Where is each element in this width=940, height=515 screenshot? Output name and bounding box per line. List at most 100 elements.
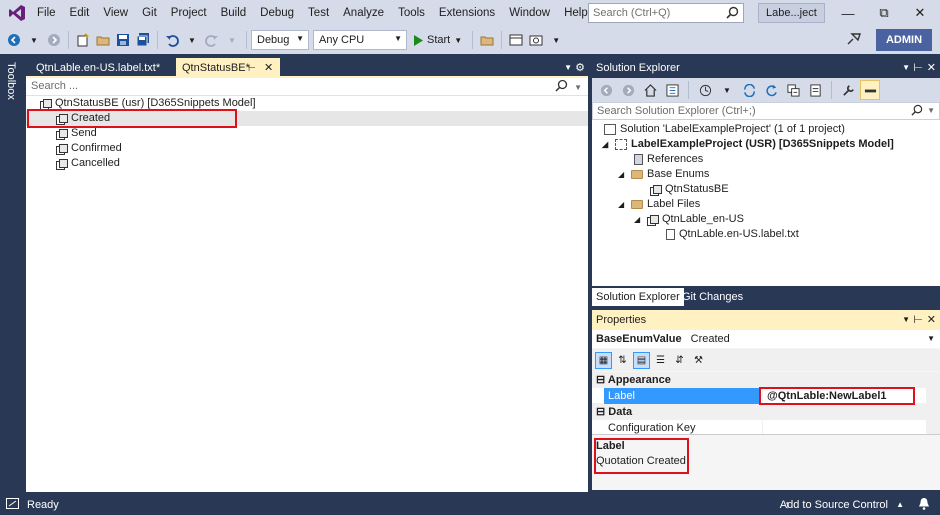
- add-to-source-control-button[interactable]: Add to Source Control: [780, 499, 888, 511]
- solution-node[interactable]: Solution 'LabelExampleProject' (1 of 1 p…: [604, 122, 845, 137]
- back-icon[interactable]: [4, 30, 24, 50]
- base-enum-item-node[interactable]: QtnStatusBE: [650, 182, 729, 197]
- global-search-input[interactable]: Search (Ctrl+Q): [588, 3, 744, 23]
- save-all-icon[interactable]: [133, 30, 153, 50]
- close-icon[interactable]: ✕: [902, 0, 938, 26]
- wrench-icon[interactable]: ⚒: [690, 352, 707, 369]
- expanded-caret-icon[interactable]: ◢: [618, 197, 627, 212]
- close-icon[interactable]: ✕: [927, 310, 936, 330]
- menu-tools[interactable]: Tools: [391, 0, 432, 26]
- new-project-icon[interactable]: [73, 30, 93, 50]
- screenshot-icon[interactable]: [526, 30, 546, 50]
- refresh-icon[interactable]: [761, 80, 781, 100]
- expanded-caret-icon[interactable]: ◢: [618, 167, 627, 182]
- label-file-node[interactable]: ◢ QtnLable_en-US: [634, 212, 744, 227]
- pin-icon[interactable]: ⊢: [913, 58, 923, 78]
- menu-analyze[interactable]: Analyze: [336, 0, 391, 26]
- label-files-folder-node[interactable]: ◢ Label Files: [618, 197, 700, 212]
- category-appearance[interactable]: ⊟ Appearance: [592, 372, 926, 388]
- home-icon[interactable]: [640, 80, 660, 100]
- menu-edit[interactable]: Edit: [63, 0, 97, 26]
- forward-icon[interactable]: [618, 80, 638, 100]
- menu-test[interactable]: Test: [301, 0, 336, 26]
- undo-dropdown-icon[interactable]: ▼: [182, 30, 202, 50]
- undo-icon[interactable]: [162, 30, 182, 50]
- enum-value-send[interactable]: Send: [56, 126, 97, 141]
- menu-debug[interactable]: Debug: [253, 0, 301, 26]
- tab-enum-designer[interactable]: QtnStatusBE* ⊢ ✕: [176, 58, 280, 78]
- feedback-icon[interactable]: [846, 30, 862, 49]
- solution-platform-select[interactable]: Any CPU ▼: [313, 30, 407, 50]
- designer-search-input[interactable]: Search ... ▼: [26, 78, 588, 96]
- save-icon[interactable]: [113, 30, 133, 50]
- chevron-up-icon[interactable]: ▲: [896, 500, 904, 509]
- admin-account-button[interactable]: ADMIN: [876, 29, 932, 51]
- forward-icon[interactable]: [44, 30, 64, 50]
- menu-extensions[interactable]: Extensions: [432, 0, 502, 26]
- base-enums-folder-node[interactable]: ◢ Base Enums: [618, 167, 709, 182]
- redo-dropdown-icon[interactable]: ▼: [222, 30, 242, 50]
- window-layout-icon[interactable]: [506, 30, 526, 50]
- tab-git-changes[interactable]: Git Changes: [678, 288, 747, 306]
- solution-explorer-search-input[interactable]: Search Solution Explorer (Ctrl+;) ▼: [592, 102, 940, 120]
- solution-configuration-select[interactable]: Debug ▼: [251, 30, 309, 50]
- toolbox-tab[interactable]: Toolbox: [5, 62, 17, 100]
- menu-project[interactable]: Project: [164, 0, 214, 26]
- folder-settings-icon[interactable]: [477, 30, 497, 50]
- properties-page-icon[interactable]: ▤: [633, 351, 650, 369]
- minimize-icon[interactable]: —: [830, 0, 866, 26]
- tab-list-dropdown-icon[interactable]: ▼: [564, 58, 572, 78]
- toolbar-options-icon[interactable]: ▼: [546, 30, 566, 50]
- chevron-down-icon[interactable]: ▼: [717, 80, 737, 100]
- collapse-icon[interactable]: ⊟: [596, 374, 605, 386]
- pin-icon[interactable]: ⊢: [913, 310, 923, 330]
- expanded-caret-icon[interactable]: ◢: [634, 212, 643, 227]
- enum-value-cancelled[interactable]: Cancelled: [56, 156, 120, 171]
- notifications-bell-icon[interactable]: [918, 497, 930, 513]
- sync-icon[interactable]: [739, 80, 759, 100]
- enum-value-created[interactable]: Created: [26, 111, 588, 126]
- properties-object-selector[interactable]: BaseEnumValue Created ▼: [592, 330, 940, 348]
- references-node[interactable]: References: [634, 152, 703, 167]
- start-button[interactable]: Start ▼: [407, 34, 468, 46]
- redo-icon[interactable]: [202, 30, 222, 50]
- pending-changes-filter-icon[interactable]: [695, 80, 715, 100]
- chevron-down-icon[interactable]: ▼: [927, 103, 935, 119]
- property-row-label[interactable]: Label @QtnLable:NewLabel1: [592, 388, 926, 404]
- categorized-icon[interactable]: ▦: [595, 351, 612, 369]
- gear-icon[interactable]: ⚙: [575, 58, 585, 78]
- alphabetical-icon[interactable]: ⇅: [614, 352, 631, 369]
- restore-icon[interactable]: ⧉: [866, 0, 902, 26]
- open-folder-icon[interactable]: [93, 30, 113, 50]
- project-name-badge[interactable]: Labe...ject: [758, 3, 825, 23]
- menu-file[interactable]: File: [30, 0, 63, 26]
- category-data[interactable]: ⊟ Data: [592, 404, 926, 420]
- property-value-label[interactable]: @QtnLable:NewLabel1: [762, 388, 922, 404]
- pin-icon[interactable]: ⊢: [248, 58, 256, 78]
- collapse-icon[interactable]: ⊟: [596, 406, 605, 418]
- properties-wrench-icon[interactable]: [838, 80, 858, 100]
- chevron-down-icon[interactable]: ▼: [574, 79, 582, 96]
- sort-icon[interactable]: ⇵: [671, 352, 688, 369]
- start-dropdown-icon[interactable]: ▼: [454, 36, 462, 45]
- close-tab-icon[interactable]: ✕: [264, 58, 273, 78]
- back-icon[interactable]: [596, 80, 616, 100]
- menu-window[interactable]: Window: [502, 0, 557, 26]
- enum-root-node[interactable]: QtnStatusBE (usr) [D365Snippets Model]: [40, 96, 256, 111]
- collapse-all-icon[interactable]: [783, 80, 803, 100]
- tab-label-file[interactable]: QtnLable.en-US.label.txt*: [30, 58, 166, 78]
- menu-git[interactable]: Git: [135, 0, 164, 26]
- property-grid-scrollbar[interactable]: [926, 372, 940, 434]
- chevron-down-icon[interactable]: ▼: [902, 58, 910, 78]
- preview-selected-items-icon[interactable]: [860, 80, 880, 100]
- menu-build[interactable]: Build: [214, 0, 254, 26]
- back-dropdown-icon[interactable]: ▼: [24, 30, 44, 50]
- show-all-files-icon[interactable]: [805, 80, 825, 100]
- menu-view[interactable]: View: [96, 0, 135, 26]
- events-icon[interactable]: ☰: [652, 352, 669, 369]
- label-txt-node[interactable]: QtnLable.en-US.label.txt: [666, 227, 799, 242]
- chevron-down-icon[interactable]: ▼: [902, 310, 910, 330]
- project-node[interactable]: ◢ LabelExampleProject (USR) [D365Snippet…: [602, 137, 894, 152]
- switch-views-icon[interactable]: [662, 80, 682, 100]
- enum-value-confirmed[interactable]: Confirmed: [56, 141, 122, 156]
